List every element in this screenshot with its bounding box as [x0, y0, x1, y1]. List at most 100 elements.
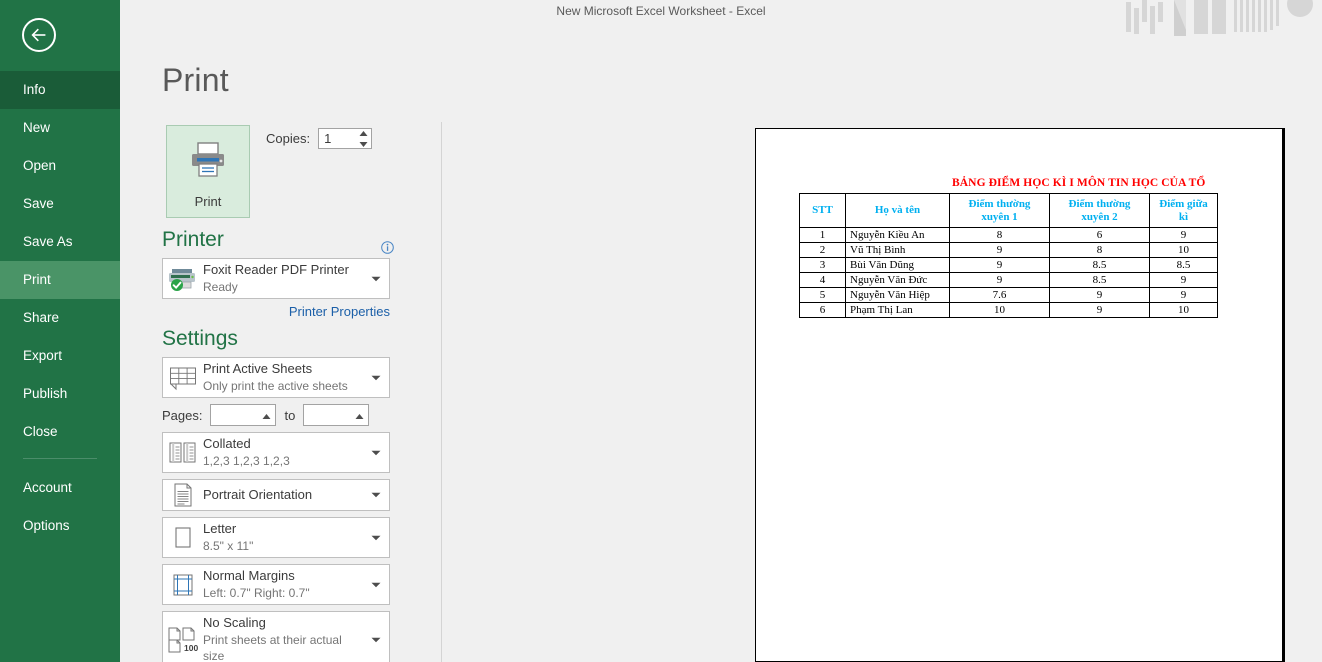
cell-tx1: 8: [949, 227, 1050, 243]
printer-status: Ready: [203, 280, 238, 294]
printer-icon: [188, 142, 228, 183]
sidebar-item-label: New: [23, 120, 51, 135]
stepper-down-icon[interactable]: [358, 141, 369, 148]
sidebar-item-label: Account: [23, 480, 72, 495]
cell-tx2: 8.5: [1049, 257, 1150, 273]
table-row: 2 Vũ Thị Bình 9 8 10: [799, 242, 1218, 258]
sidebar-item-label: Options: [23, 518, 70, 533]
cell-tx2: 8: [1049, 242, 1150, 258]
paper-size-subtitle: 8.5" x 11": [203, 539, 254, 553]
chevron-down-icon[interactable]: [363, 492, 389, 498]
print-what-select[interactable]: Print Active Sheets Only print the activ…: [162, 357, 390, 398]
collation-title: Collated: [203, 436, 251, 451]
cell-tx1: 7.6: [949, 287, 1050, 303]
sidebar-item-save-as[interactable]: Save As: [0, 223, 120, 261]
orientation-text: Portrait Orientation: [203, 484, 363, 506]
pages-to-label: to: [284, 407, 296, 423]
info-circle-icon[interactable]: [381, 236, 394, 254]
chevron-down-icon[interactable]: [363, 535, 389, 541]
back-bar: [0, 0, 120, 71]
printer-section-heading: Printer: [162, 228, 424, 254]
orientation-title: Portrait Orientation: [203, 487, 313, 502]
sidebar-item-share[interactable]: Share: [0, 299, 120, 337]
print-what-text: Print Active Sheets Only print the activ…: [203, 358, 363, 397]
scaling-select[interactable]: 100 No Scaling Print sheets at their act…: [162, 611, 390, 662]
back-arrow-icon: [31, 28, 47, 42]
sidebar-item-label: Save: [23, 196, 54, 211]
cell-name: Bùi Văn Dũng: [845, 257, 950, 273]
sidebar-item-account[interactable]: Account: [0, 469, 120, 507]
chevron-down-icon[interactable]: [363, 450, 389, 456]
page-title-text: Print: [162, 62, 229, 98]
paper-size-title: Letter: [203, 521, 237, 536]
col-header-diem-giua-ki: Điểm giữa kì: [1149, 193, 1218, 228]
sidebar-item-options[interactable]: Options: [0, 507, 120, 545]
cell-giuaki: 9: [1149, 287, 1218, 303]
sidebar-item-label: Save As: [23, 234, 73, 249]
print-button[interactable]: Print: [166, 125, 250, 218]
pages-to-input[interactable]: [303, 404, 370, 437]
grade-table-body: 1 Nguyễn Kiều An 8 6 9 2 Vũ Thị Bình 9 8…: [799, 227, 1218, 318]
scaling-subtitle: Print sheets at their actual size: [203, 633, 342, 662]
col-header-stt: STT: [799, 193, 846, 228]
col-header-name: Họ và tên: [845, 193, 950, 228]
sidebar-item-export[interactable]: Export: [0, 337, 120, 375]
backstage-sidebar: Info New Open Save Save As Print Share E…: [0, 0, 120, 662]
cell-tx2: 8.5: [1049, 272, 1150, 288]
vertical-divider: [441, 122, 442, 662]
stepper-up-icon[interactable]: [261, 407, 272, 425]
chevron-down-icon[interactable]: [363, 375, 389, 381]
print-action-row: Print Copies: 1: [162, 120, 424, 222]
cell-tx1: 9: [949, 272, 1050, 288]
printer-properties-link[interactable]: Printer Properties: [162, 304, 390, 319]
page-title: Print: [162, 62, 229, 99]
print-preview-page[interactable]: BẢNG ĐIỂM HỌC KÌ I MÔN TIN HỌC CỦA TỔ ST…: [755, 128, 1285, 662]
sidebar-item-new[interactable]: New: [0, 109, 120, 147]
pages-from-stepper[interactable]: [261, 407, 272, 437]
collate-icon: [163, 441, 203, 465]
sidebar-item-open[interactable]: Open: [0, 147, 120, 185]
printer-select[interactable]: Foxit Reader PDF Printer Ready: [162, 258, 390, 299]
cell-name: Phạm Thị Lan: [845, 302, 950, 318]
sidebar-item-save[interactable]: Save: [0, 185, 120, 223]
scaling-title: No Scaling: [203, 615, 266, 630]
sidebar-item-label: Open: [23, 158, 57, 173]
pages-to-stepper[interactable]: [354, 407, 365, 437]
col-header-diem-tx2: Điểm thường xuyên 2: [1049, 193, 1150, 228]
print-what-title: Print Active Sheets: [203, 361, 313, 376]
copies-input[interactable]: 1: [318, 128, 373, 149]
sidebar-item-label: Print: [23, 272, 51, 287]
back-button[interactable]: [22, 18, 56, 52]
sidebar-nav-list: Info New Open Save Save As Print Share E…: [0, 71, 120, 545]
print-area-sheet-icon: [163, 365, 203, 391]
margins-icon: [163, 572, 203, 598]
chevron-down-icon[interactable]: [363, 637, 389, 643]
cell-stt: 2: [799, 242, 846, 258]
table-row: 6 Phạm Thị Lan 10 9 10: [799, 302, 1218, 318]
printer-properties-text: Printer Properties: [288, 304, 390, 319]
printer-name: Foxit Reader PDF Printer: [203, 262, 349, 277]
sidebar-item-info[interactable]: Info: [0, 71, 120, 109]
collation-text: Collated 1,2,3 1,2,3 1,2,3: [203, 433, 363, 472]
pages-from-input[interactable]: [210, 404, 277, 437]
stepper-up-icon[interactable]: [358, 130, 369, 137]
chevron-down-icon[interactable]: [363, 582, 389, 588]
table-row: 5 Nguyễn Văn Hiệp 7.6 9 9: [799, 287, 1218, 303]
collation-select[interactable]: Collated 1,2,3 1,2,3 1,2,3: [162, 432, 390, 473]
cell-stt: 5: [799, 287, 846, 303]
cell-stt: 1: [799, 227, 846, 243]
paper-size-select[interactable]: Letter 8.5" x 11": [162, 517, 390, 558]
sidebar-item-print[interactable]: Print: [0, 261, 120, 299]
cell-giuaki: 9: [1149, 272, 1218, 288]
sidebar-item-publish[interactable]: Publish: [0, 375, 120, 413]
orientation-select[interactable]: Portrait Orientation: [162, 479, 390, 511]
chevron-down-icon[interactable]: [363, 276, 389, 282]
sidebar-item-label: Export: [23, 348, 63, 363]
copies-control: Copies: 1: [266, 128, 373, 149]
collation-subtitle: 1,2,3 1,2,3 1,2,3: [203, 454, 290, 468]
stepper-up-icon[interactable]: [354, 407, 365, 425]
margins-title: Normal Margins: [203, 568, 295, 583]
margins-select[interactable]: Normal Margins Left: 0.7" Right: 0.7": [162, 564, 390, 605]
sidebar-item-close[interactable]: Close: [0, 413, 120, 451]
copies-stepper[interactable]: [358, 130, 369, 148]
